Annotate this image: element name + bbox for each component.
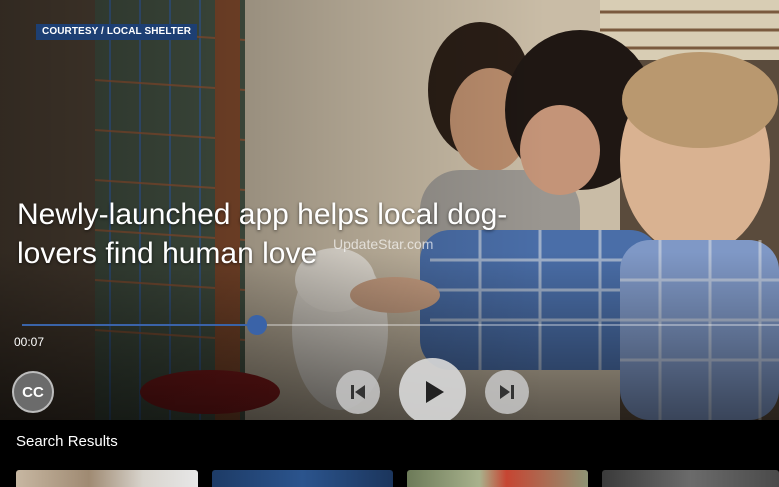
next-button[interactable] (485, 370, 529, 414)
progress-handle[interactable] (246, 315, 267, 335)
search-results-heading: Search Results (16, 433, 118, 450)
courtesy-credit: COURTESY / LOCAL SHELTER (36, 24, 198, 40)
previous-button[interactable] (336, 370, 380, 414)
elapsed-time: 00:07 (14, 335, 45, 349)
progress-bar[interactable] (22, 315, 779, 335)
closed-captions-button[interactable]: CC (12, 371, 54, 413)
play-button[interactable] (399, 358, 466, 420)
watermark: UpdateStar.com (333, 236, 434, 252)
search-result-thumbnail[interactable] (16, 470, 198, 487)
search-result-thumbnail[interactable] (407, 470, 588, 487)
progress-fill (22, 324, 257, 326)
video-player[interactable]: COURTESY / LOCAL SHELTER Newly-launched … (0, 0, 779, 420)
play-icon (425, 380, 444, 403)
skip-previous-icon (351, 385, 365, 399)
search-result-thumbnail[interactable] (602, 470, 779, 487)
video-headline: Newly-launched app helps local dog-lover… (17, 198, 508, 270)
search-result-thumbnail[interactable] (212, 470, 393, 487)
skip-next-icon (500, 385, 514, 399)
